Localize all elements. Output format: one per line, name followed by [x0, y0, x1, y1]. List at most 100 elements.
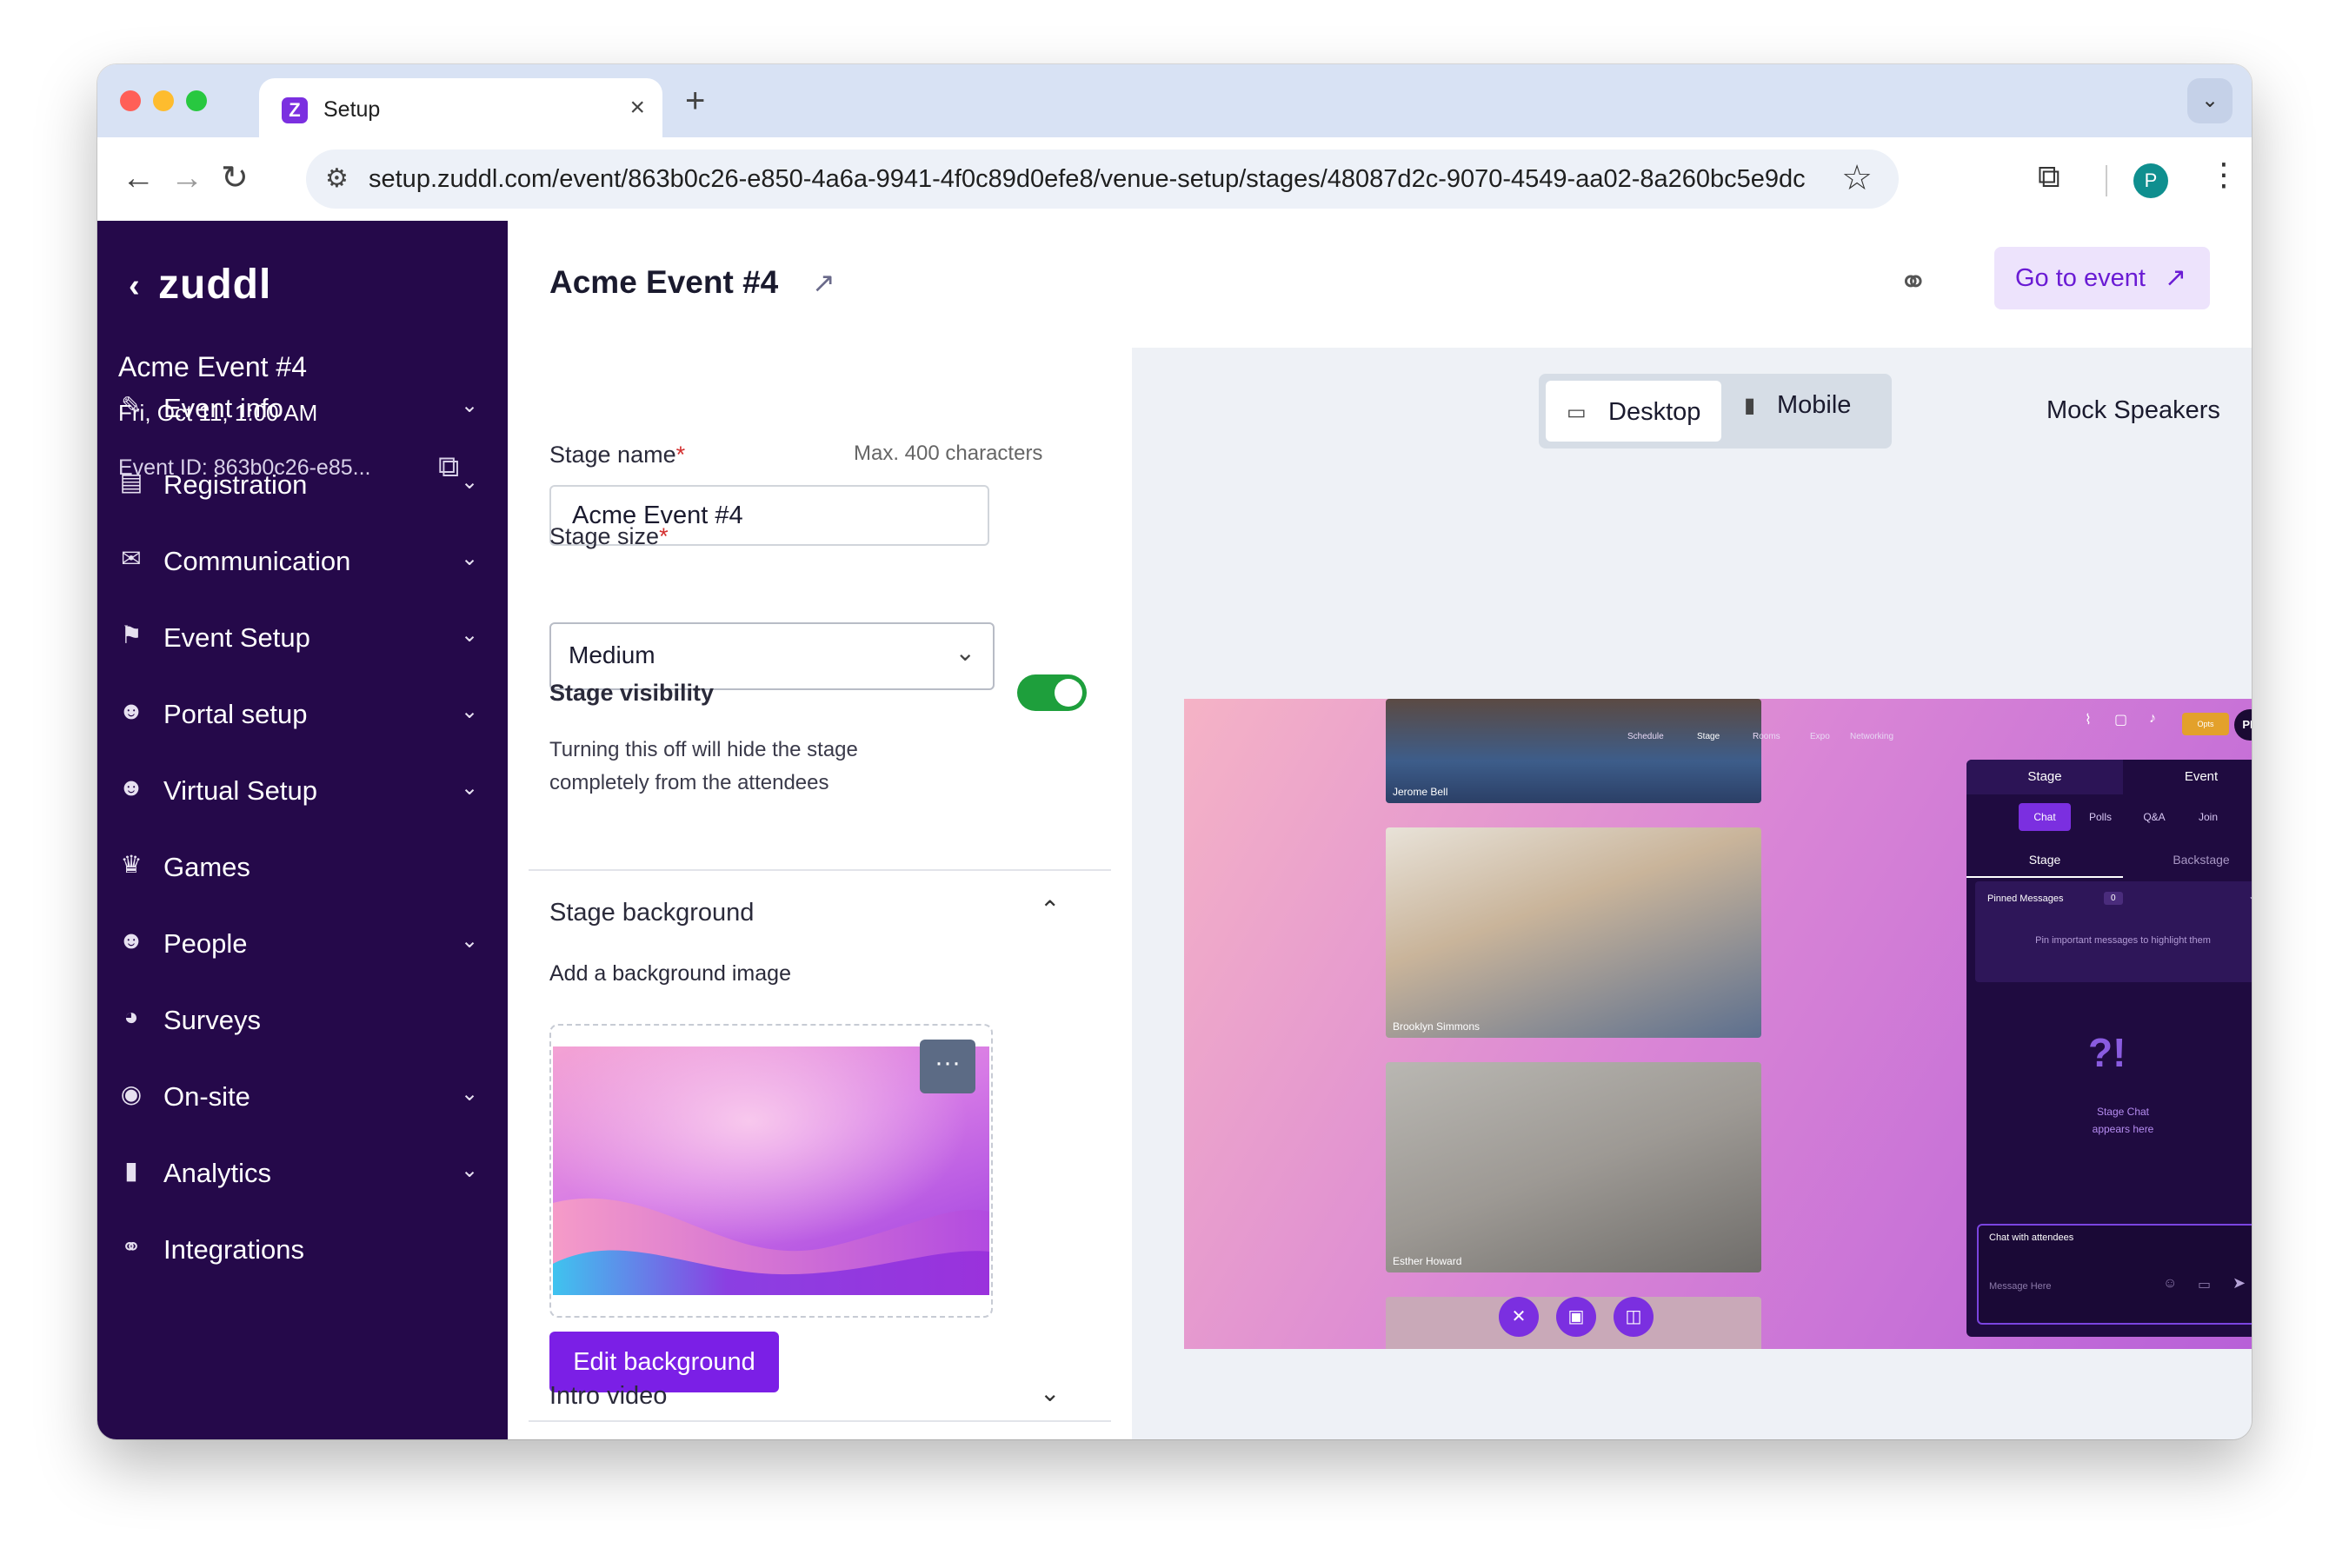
sidebar-item-analytics[interactable]: ▮ Analytics ⌄ — [97, 1142, 508, 1203]
stage-visibility-description: Turning this off will hide the stage com… — [549, 738, 858, 794]
mute-mic-icon[interactable]: ✕ — [1499, 1297, 1539, 1337]
share-screen-icon[interactable]: ◫ — [1614, 1297, 1654, 1337]
attachment-icon[interactable]: ▭ — [2198, 1276, 2211, 1293]
url-text[interactable]: setup.zuddl.com/event/863b0c26-e850-4a6a… — [369, 165, 1806, 194]
stage-size-value: Medium — [569, 641, 655, 668]
sidebar-item-label: People — [163, 928, 248, 959]
people-icon: ☻ — [118, 927, 144, 953]
section-divider — [529, 869, 1111, 871]
nav-schedule[interactable]: Schedule — [1627, 732, 1664, 741]
sidebar-item-registration[interactable]: ▤ Registration ⌄ — [97, 454, 508, 515]
copy-link-icon[interactable]: ⚭ — [1899, 262, 1928, 302]
browser-tab[interactable]: Z Setup × — [259, 78, 662, 137]
wand-icon: ✎ — [121, 392, 142, 419]
nav-stage[interactable]: Stage — [1697, 732, 1720, 741]
stage-background-title[interactable]: Stage background — [549, 899, 754, 927]
tab-stage[interactable]: Stage — [1966, 760, 2123, 794]
browser-toolbar: ← → ↻ ⚙ setup.zuddl.com/event/863b0c26-e… — [97, 137, 2252, 223]
intro-video-title[interactable]: Intro video — [549, 1382, 667, 1411]
options-button[interactable]: Opts — [2182, 713, 2229, 735]
stage-chat-panel: Stage Event Chat Polls Q&A Join Stage Ba… — [1966, 760, 2252, 1337]
sidebar-item-surveys[interactable]: ◕ Surveys — [97, 989, 508, 1050]
sidebar-item-communication[interactable]: ✉ Communication ⌄ — [97, 530, 508, 591]
go-to-event-label: Go to event — [2015, 264, 2146, 292]
camera-off-icon[interactable]: ▣ — [1556, 1297, 1596, 1337]
nav-expo[interactable]: Expo — [1810, 732, 1830, 741]
zuddl-logo[interactable]: zuddl — [158, 261, 271, 309]
chevron-down-icon[interactable]: ⌄ — [2248, 890, 2252, 902]
bookmark-star-icon[interactable]: ☆ — [1841, 158, 1873, 198]
activity-icon[interactable]: ⌇ — [2085, 711, 2092, 728]
pill-polls[interactable]: Polls — [2076, 803, 2125, 831]
sidebar-item-on-site[interactable]: ◉ On-site ⌄ — [97, 1066, 508, 1126]
sidebar-item-games[interactable]: ♛ Games — [97, 836, 508, 897]
chat-input-box[interactable]: Chat with attendees Message Here ☺ ▭ ➤ — [1977, 1224, 2252, 1325]
forward-icon[interactable]: → — [170, 156, 203, 200]
sidebar-item-label: Event info — [163, 393, 283, 423]
people-icon: ☻ — [118, 697, 144, 724]
reload-icon[interactable]: ↻ — [221, 156, 249, 200]
pill-qa[interactable]: Q&A — [2130, 803, 2179, 831]
sidebar-item-label: On-site — [163, 1081, 250, 1112]
chevron-up-icon[interactable]: ⌃ — [1040, 895, 1060, 924]
bell-icon[interactable]: ♪ — [2149, 711, 2156, 727]
mobile-icon[interactable]: ▮ — [1744, 393, 1755, 418]
required-mark: * — [675, 442, 686, 468]
site-settings-icon[interactable]: ⚙ — [325, 163, 349, 194]
emoji-icon[interactable]: ☺ — [2163, 1276, 2177, 1292]
close-tab-icon[interactable]: × — [629, 92, 645, 123]
stage-visibility-label: Stage visibility — [549, 680, 715, 706]
sidebar-item-people[interactable]: ☻ People ⌄ — [97, 913, 508, 973]
back-chevron-icon[interactable]: ‹ — [129, 268, 140, 305]
desktop-option[interactable]: ▭ Desktop — [1546, 381, 1721, 442]
sidebar-item-event-info[interactable]: ✎ Event info ⌄ — [97, 377, 508, 438]
sidebar-item-virtual-setup[interactable]: ☻ Virtual Setup ⌄ — [97, 760, 508, 821]
sidebar-item-label: Virtual Setup — [163, 775, 317, 806]
desktop-label: Desktop — [1608, 398, 1701, 426]
pill-chat[interactable]: Chat — [2019, 803, 2071, 831]
extensions-puzzle-icon[interactable]: ⧉ — [2038, 158, 2060, 196]
back-icon[interactable]: ← — [122, 156, 155, 200]
chevron-down-icon[interactable]: ⌄ — [1040, 1379, 1060, 1407]
pill-join[interactable]: Join — [2184, 803, 2233, 831]
arrow-up-right-icon: ↗ — [2165, 263, 2187, 292]
tab-search-button[interactable]: ⌄ — [2187, 78, 2233, 123]
user-avatar[interactable]: PP — [2234, 709, 2252, 741]
chat-icon[interactable]: ▢ — [2114, 711, 2127, 728]
profile-avatar[interactable]: P — [2133, 163, 2168, 198]
go-to-event-button[interactable]: Go to event ↗ — [1994, 247, 2210, 309]
speaker-name: Esther Howard — [1393, 1255, 1462, 1267]
nav-rooms[interactable]: Rooms — [1753, 732, 1780, 741]
sidebar-item-event-setup[interactable]: ⚑ Event Setup ⌄ — [97, 607, 508, 668]
stage-preview-panel: ▭ Desktop ▮ Mobile Mock Speakers Jerome … — [1132, 348, 2252, 1439]
tab-strip: Z Setup × + ⌄ — [97, 64, 2252, 137]
subtab-backstage[interactable]: Backstage — [2123, 843, 2252, 876]
more-options-icon[interactable]: ··· — [920, 1040, 975, 1093]
sidebar-item-label: Communication — [163, 546, 351, 576]
stage-chat-title: Stage Chat — [2096, 1106, 2150, 1118]
sidebar-item-label: Event Setup — [163, 622, 310, 653]
sidebar-item-integrations[interactable]: ⚭ Integrations — [97, 1219, 508, 1279]
speaker-video-tile: Brooklyn Simmons — [1386, 827, 1761, 1038]
tab-event[interactable]: Event — [2123, 760, 2252, 794]
speaker-video-tile: Esther Howard — [1386, 1062, 1761, 1272]
maximize-window-button[interactable] — [186, 90, 207, 111]
external-link-icon[interactable]: ↗ — [812, 266, 835, 299]
new-tab-button[interactable]: + — [685, 83, 705, 118]
chat-message-placeholder[interactable]: Message Here — [1989, 1281, 2052, 1292]
sidebar-item-portal-setup[interactable]: ☻ Portal setup ⌄ — [97, 683, 508, 744]
address-bar[interactable]: ⚙ setup.zuddl.com/event/863b0c26-e850-4a… — [306, 149, 1899, 209]
stage-visibility-toggle[interactable] — [1017, 674, 1087, 711]
nav-networking[interactable]: Networking — [1850, 732, 1893, 741]
browser-menu-icon[interactable]: ⋮ — [2208, 156, 2239, 193]
chevron-down-icon: ⌄ — [461, 470, 479, 494]
chevron-down-icon: ⌄ — [461, 394, 479, 417]
close-window-button[interactable] — [120, 90, 141, 111]
minimize-window-button[interactable] — [153, 90, 174, 111]
pinned-messages-box: Pinned Messages 0 ⌄ Pin important messag… — [1975, 881, 2252, 982]
mobile-option[interactable]: Mobile — [1777, 391, 1851, 420]
background-image-dropzone[interactable]: ··· — [549, 1024, 993, 1318]
form-icon: ▤ — [119, 468, 143, 495]
subtab-stage[interactable]: Stage — [1966, 843, 2123, 878]
send-icon[interactable]: ➤ — [2233, 1274, 2246, 1292]
